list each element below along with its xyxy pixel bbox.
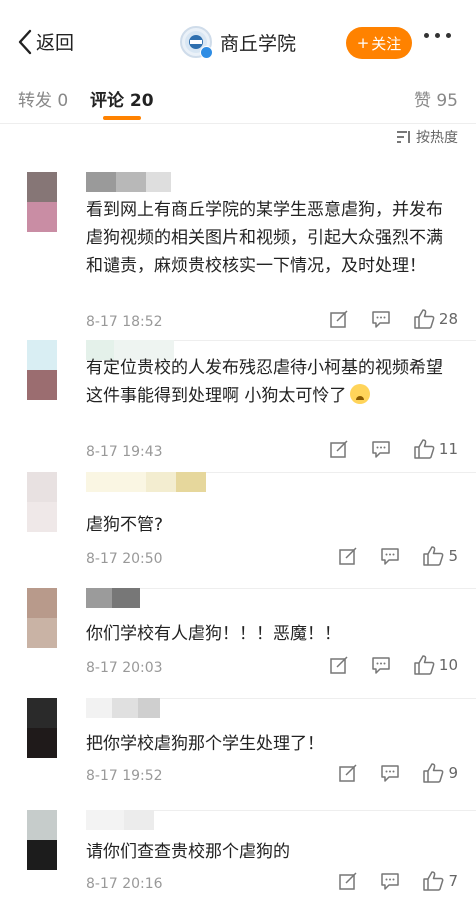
back-label: 返回	[36, 32, 75, 54]
thumbs-up-icon	[414, 439, 435, 459]
more-dot	[424, 33, 429, 38]
comment-icon	[381, 548, 400, 565]
like-button[interactable]: 5	[422, 546, 458, 566]
comment-text: 有定位贵校的人发布残忍虐待小柯基的视频希望这件事能得到处理啊 小狗太可怜了	[86, 358, 443, 406]
comment-actions: 11	[307, 439, 458, 459]
sort-icon	[397, 131, 410, 143]
comment-icon	[372, 657, 390, 674]
more-dot	[446, 33, 451, 38]
follow-label: 关注	[371, 34, 402, 53]
comment-icon	[381, 873, 400, 890]
reply-button[interactable]	[380, 763, 400, 783]
comment-time: 8-17 18:52	[86, 314, 163, 330]
like-count: 9	[448, 764, 458, 782]
tab-bar: 转发 0 评论 20 赞 95	[0, 84, 476, 124]
reply-button[interactable]	[380, 546, 400, 566]
chevron-left-icon	[18, 29, 32, 54]
divider	[86, 588, 476, 589]
repost-button[interactable]	[338, 546, 358, 566]
comment-actions: 5	[316, 546, 458, 566]
like-count: 7	[448, 872, 458, 890]
comment-actions: 9	[316, 763, 458, 783]
comment-actions: 7	[316, 871, 458, 891]
comment-text: 看到网上有商丘学院的某学生恶意虐狗，并发布虐狗视频的相关图片和视频，引起大众强烈…	[86, 200, 443, 276]
username-redacted[interactable]	[86, 172, 171, 192]
username-redacted[interactable]	[86, 698, 160, 718]
like-button[interactable]: 28	[413, 309, 458, 329]
repost-button[interactable]	[329, 439, 349, 459]
crying-emoji-icon	[350, 384, 371, 404]
avatar[interactable]	[27, 472, 57, 532]
comment-icon	[372, 441, 390, 458]
like-count: 10	[438, 656, 458, 674]
tab-like[interactable]: 赞 95	[414, 86, 458, 111]
comment-text: 你们学校有人虐狗！！！恶魔！！	[86, 624, 341, 644]
back-button[interactable]: 返回	[18, 28, 74, 55]
comment-actions: 28	[307, 309, 458, 329]
username-redacted[interactable]	[86, 810, 154, 830]
repost-button[interactable]	[329, 655, 349, 675]
avatar[interactable]	[27, 810, 57, 870]
like-button[interactable]: 10	[413, 655, 458, 675]
share-edit-icon	[339, 764, 357, 782]
comment-icon	[372, 311, 390, 328]
verified-badge-icon	[200, 46, 213, 59]
thumbs-up-icon	[414, 655, 435, 675]
comment-text: 请你们查查贵校那个虐狗的	[86, 842, 290, 862]
share-edit-icon	[330, 440, 348, 458]
like-button[interactable]: 7	[422, 871, 458, 891]
plus-icon: +	[356, 34, 370, 52]
more-dot	[435, 33, 440, 38]
like-count: 28	[438, 310, 458, 328]
repost-button[interactable]	[338, 763, 358, 783]
comment-time: 8-17 20:16	[86, 876, 163, 892]
reply-button[interactable]	[371, 439, 391, 459]
share-edit-icon	[339, 547, 357, 565]
avatar[interactable]	[27, 172, 57, 232]
comment-time: 8-17 19:52	[86, 768, 163, 784]
thumbs-up-icon	[423, 871, 444, 891]
account-header[interactable]: 商丘学院	[180, 26, 297, 59]
like-button[interactable]: 11	[413, 439, 458, 459]
reply-button[interactable]	[371, 309, 391, 329]
thumbs-up-icon	[423, 763, 444, 783]
account-name: 商丘学院	[220, 32, 297, 55]
comment-time: 8-17 20:50	[86, 551, 163, 567]
thumbs-up-icon	[423, 546, 444, 566]
repost-button[interactable]	[329, 309, 349, 329]
comment-actions: 10	[307, 655, 458, 675]
sort-label: 按热度	[416, 130, 458, 146]
share-edit-icon	[330, 310, 348, 328]
avatar[interactable]	[27, 698, 57, 758]
comment-text: 虐狗不管?	[86, 515, 164, 535]
sort-control[interactable]: 按热度	[396, 127, 458, 147]
thumbs-up-icon	[414, 309, 435, 329]
avatar[interactable]	[27, 588, 57, 648]
more-options-icon[interactable]	[424, 33, 451, 38]
reply-button[interactable]	[371, 655, 391, 675]
comment-time: 8-17 19:43	[86, 444, 163, 460]
tab-active-indicator	[103, 116, 141, 120]
username-redacted[interactable]	[86, 588, 140, 608]
avatar[interactable]	[27, 340, 57, 400]
share-edit-icon	[339, 872, 357, 890]
comment-text: 把你学校虐狗那个学生处理了！	[86, 734, 324, 754]
tab-repost[interactable]: 转发 0	[18, 86, 68, 111]
comment-icon	[381, 765, 400, 782]
like-count: 5	[448, 547, 458, 565]
tab-comment[interactable]: 评论 20	[90, 86, 154, 111]
like-button[interactable]: 9	[422, 763, 458, 783]
repost-button[interactable]	[338, 871, 358, 891]
top-nav-bar: 返回 商丘学院 + 关注	[0, 0, 476, 84]
follow-button[interactable]: + 关注	[346, 27, 412, 59]
comment-time: 8-17 20:03	[86, 660, 163, 676]
username-redacted[interactable]	[86, 472, 206, 492]
reply-button[interactable]	[380, 871, 400, 891]
share-edit-icon	[330, 656, 348, 674]
like-count: 11	[438, 440, 458, 458]
